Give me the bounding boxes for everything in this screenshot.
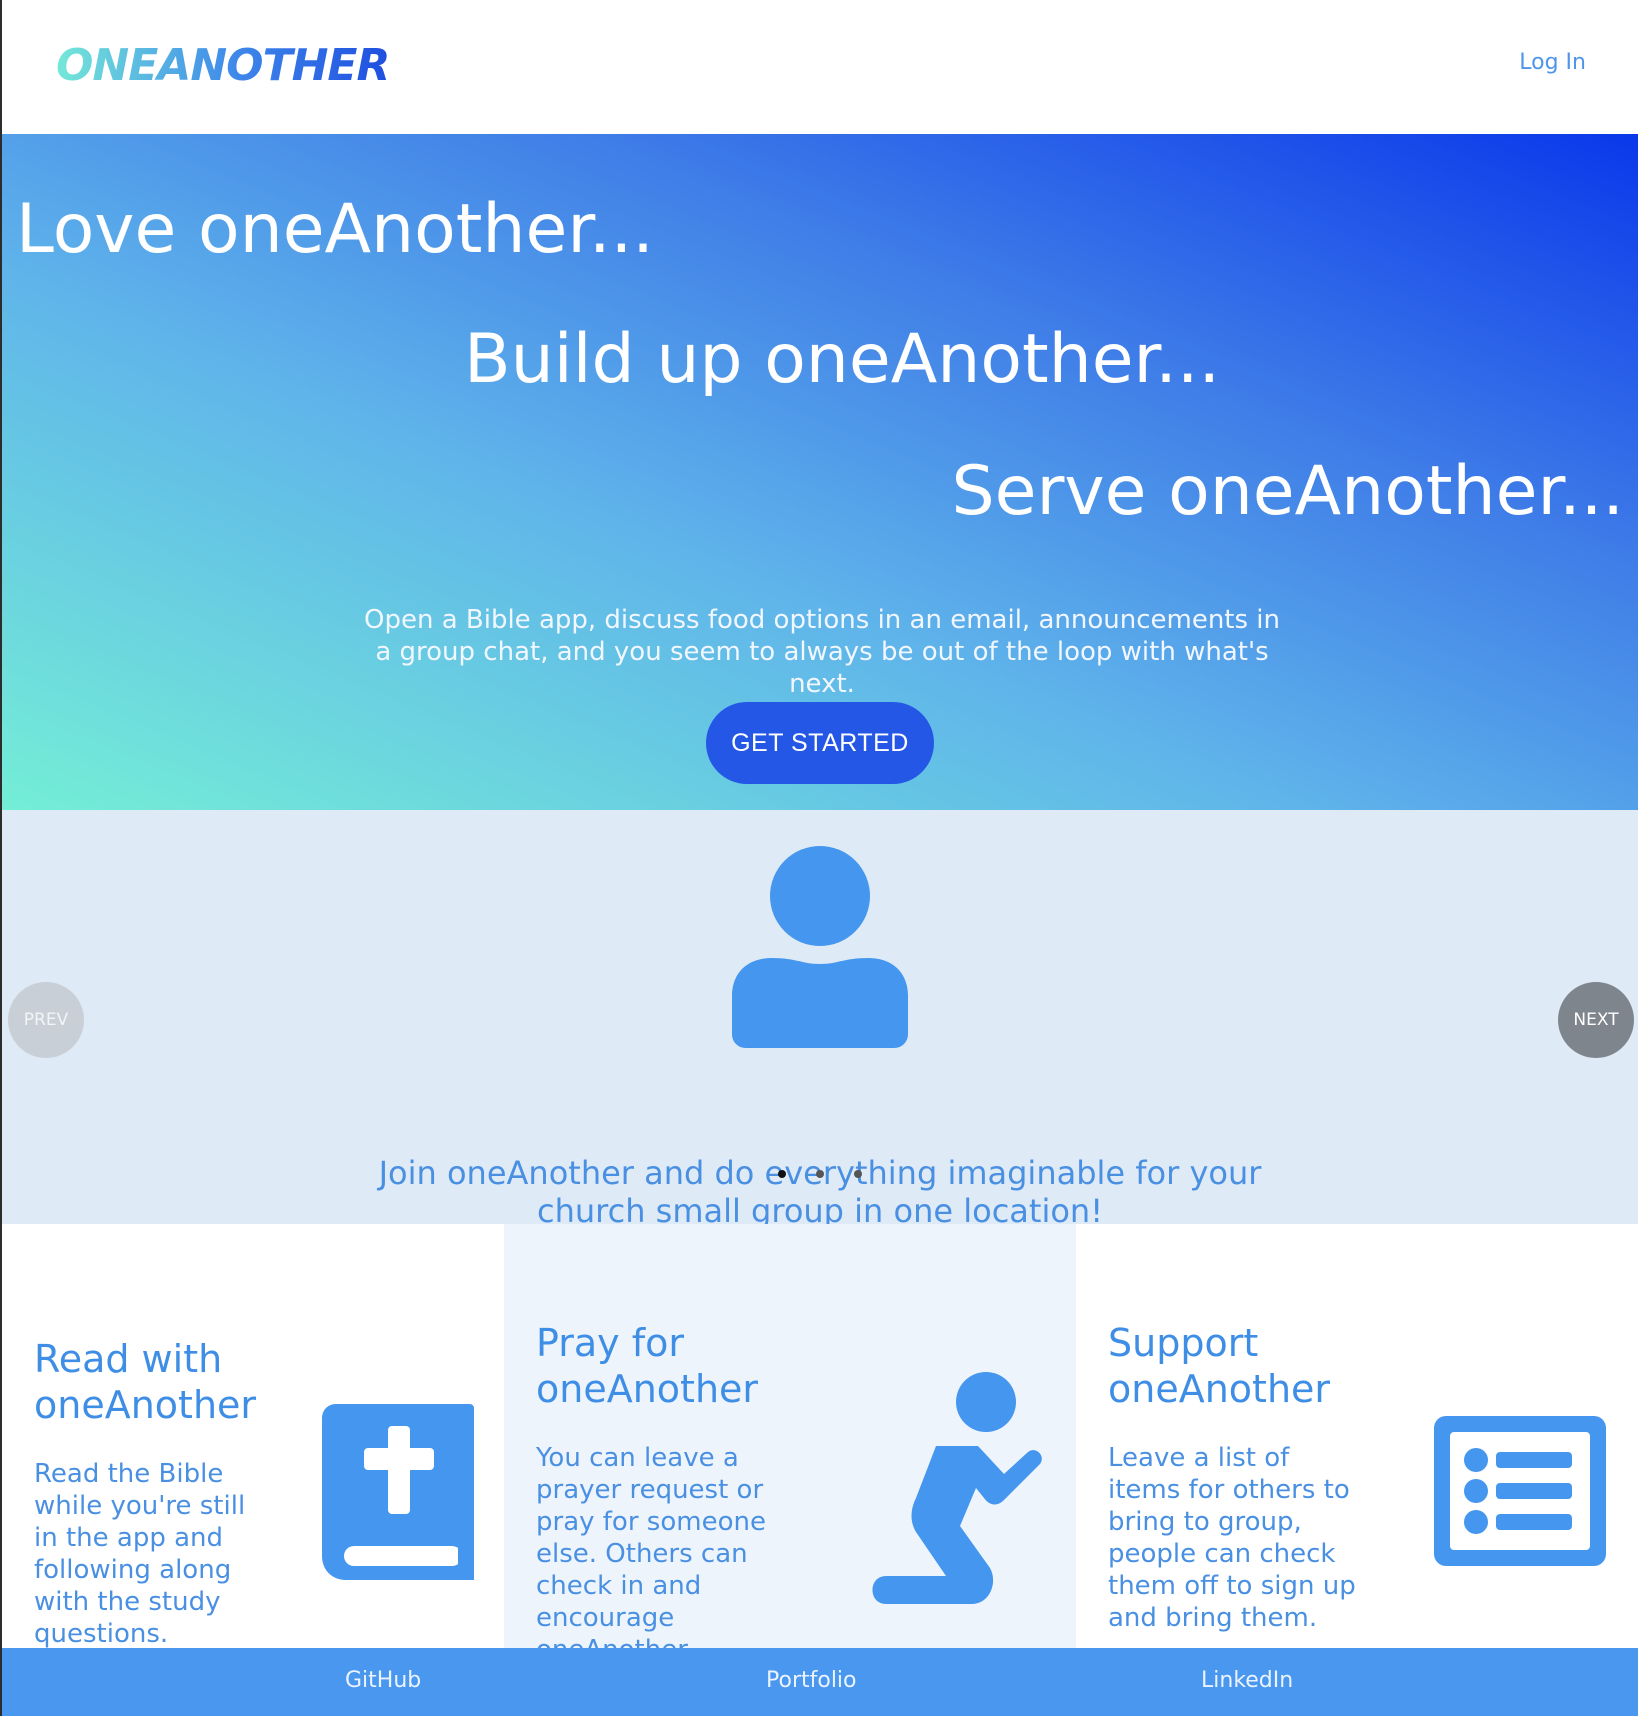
bible-icon xyxy=(322,1404,474,1580)
feature-card-read: Read with oneAnother Read the Bible whil… xyxy=(2,1224,504,1648)
login-link[interactable]: Log In xyxy=(1519,50,1586,75)
hero-description: Open a Bible app, discuss food options i… xyxy=(363,605,1281,699)
features-section: Read with oneAnother Read the Bible whil… xyxy=(2,1224,1638,1648)
feature-card-pray: Pray for oneAnother You can leave a pray… xyxy=(504,1224,1076,1648)
carousel-dot[interactable] xyxy=(854,1170,862,1178)
feature-description: Read the Bible while you're still in the… xyxy=(34,1459,246,1648)
feature-description: You can leave a prayer request or pray f… xyxy=(536,1443,766,1648)
get-started-button[interactable]: GET STARTED xyxy=(706,702,934,784)
hero-heading-build: Build up oneAnother... xyxy=(464,320,1221,399)
carousel-prev-button[interactable]: PREV xyxy=(8,982,84,1058)
carousel-dot[interactable] xyxy=(778,1170,786,1178)
feature-carousel: PREV NEXT Join oneAnother and do everyth… xyxy=(2,810,1638,1230)
hero-heading-serve: Serve oneAnother... xyxy=(951,452,1624,531)
hero-heading-love: Love oneAnother... xyxy=(16,190,654,269)
footer-link-portfolio[interactable]: Portfolio xyxy=(766,1668,857,1693)
footer-link-github[interactable]: GitHub xyxy=(345,1668,421,1693)
carousel-indicators xyxy=(778,1170,862,1178)
brand-logo[interactable]: ONEANOTHER xyxy=(56,36,390,96)
carousel-dot[interactable] xyxy=(816,1170,824,1178)
feature-title: Support oneAnother xyxy=(1108,1321,1331,1411)
site-header: ONEANOTHER Log In xyxy=(2,0,1638,134)
person-icon xyxy=(732,846,908,1048)
feature-title: Pray for oneAnother xyxy=(536,1321,759,1411)
feature-title: Read with oneAnother xyxy=(34,1337,257,1427)
site-footer: GitHub Portfolio LinkedIn xyxy=(2,1648,1638,1716)
hero-banner: Love oneAnother... Build up oneAnother..… xyxy=(2,134,1638,810)
feature-description: Leave a list of items for others to brin… xyxy=(1108,1443,1356,1633)
page: ONEANOTHER Log In Love oneAnother... Bui… xyxy=(2,0,1638,1716)
carousel-next-button[interactable]: NEXT xyxy=(1558,982,1634,1058)
feature-card-support: Support oneAnother Leave a list of items… xyxy=(1076,1224,1638,1648)
footer-link-linkedin[interactable]: LinkedIn xyxy=(1201,1668,1293,1693)
list-icon xyxy=(1434,1416,1606,1566)
praying-person-icon xyxy=(872,1372,1042,1604)
carousel-caption: Join oneAnother and do everything imagin… xyxy=(378,1154,1262,1230)
